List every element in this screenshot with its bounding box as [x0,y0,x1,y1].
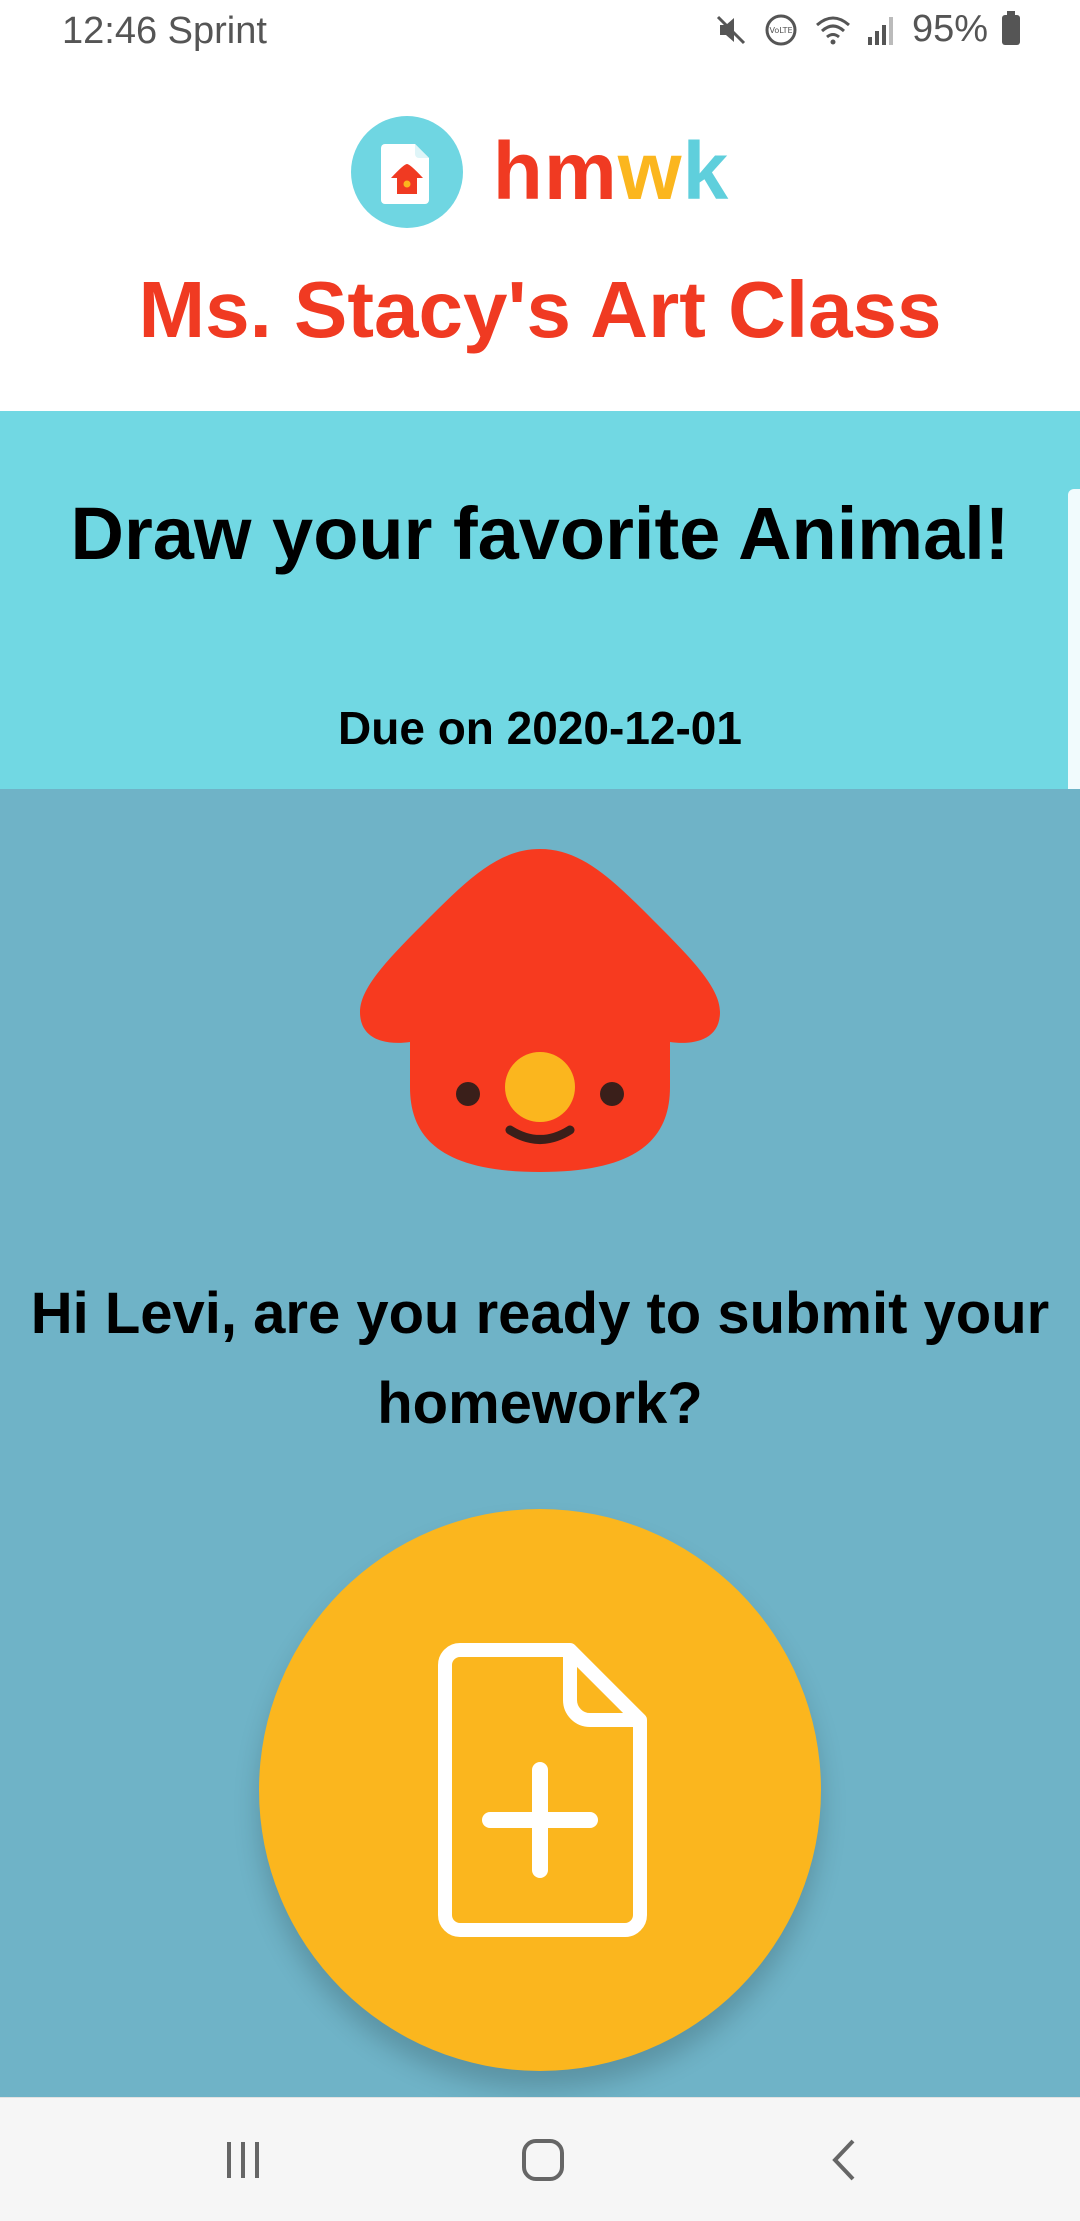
brand-wordmark: hmwk [493,125,729,219]
recents-icon [227,2142,259,2178]
assignment-title: Draw your favorite Animal! [70,492,1010,575]
assignment-banner: Draw your favorite Animal! Due on 2020-1… [0,411,1080,909]
svg-text:VoLTE: VoLTE [769,26,792,35]
app-header: hmwk Ms. Stacy's Art Class [0,66,1080,411]
clock: 12:46 [62,10,158,52]
wifi-icon [815,16,850,44]
back-button[interactable] [805,2128,885,2192]
status-bar: 12:46 Sprint VoLTE 95% [0,0,1080,66]
logo-letter-k: k [682,126,730,217]
status-icons: VoLTE 95% [714,8,1020,51]
volte-icon: VoLTE [765,14,797,45]
home-file-icon [380,144,429,204]
battery-percent: 95% [911,8,988,50]
system-nav-bar [0,2097,1080,2221]
logo-letter-w: w [617,126,683,217]
recents-button[interactable] [203,2128,283,2192]
brand-logo: hmwk [0,116,1080,228]
logo-letter-m: m [543,126,618,217]
carrier: Sprint [167,10,267,52]
signal-icon [867,16,893,45]
mute-icon [716,15,745,44]
add-file-icon [438,1643,647,1937]
mascot-icon [360,849,720,1172]
logo-letter-h: h [492,126,544,217]
battery-icon [1002,10,1020,45]
back-icon [832,2139,855,2181]
home-button[interactable] [503,2128,583,2192]
home-icon [522,2139,564,2181]
greeting-text: Hi Levi, are you ready to submit your ho… [30,1281,1050,1436]
due-date: Due on 2020-12-01 [338,702,742,754]
brand-badge [350,116,463,228]
main-content: Hi Levi, are you ready to submit your ho… [0,789,1080,2097]
class-title: Ms. Stacy's Art Class [138,265,942,354]
submit-homework-button[interactable] [259,1509,821,2071]
status-time: 12:46 Sprint [62,10,267,53]
